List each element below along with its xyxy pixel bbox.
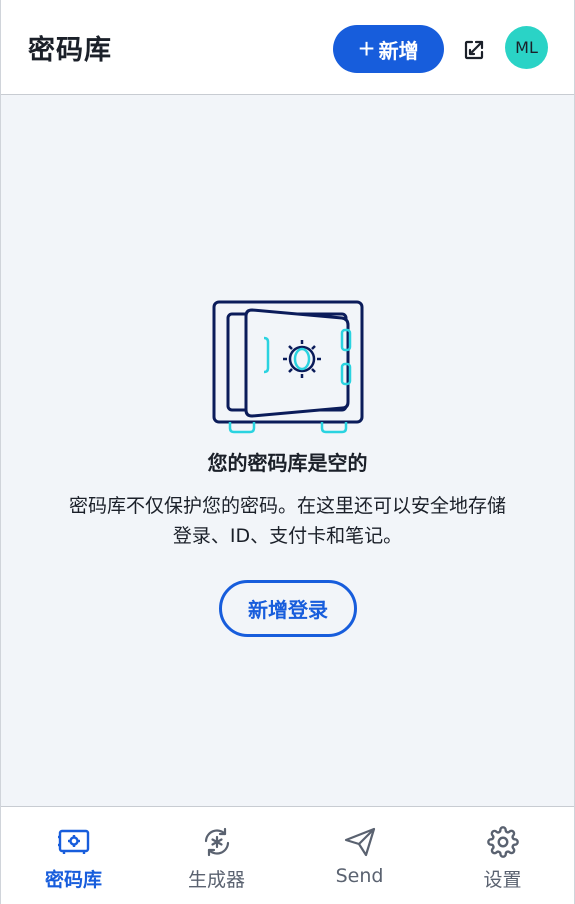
nav-item-generator[interactable]: 生成器 bbox=[145, 807, 288, 904]
nav-label-settings: 设置 bbox=[483, 869, 522, 891]
nav-item-settings[interactable]: 设置 bbox=[431, 807, 574, 904]
vault-icon bbox=[57, 829, 89, 854]
generator-icon bbox=[204, 827, 229, 857]
vault-main: 您的密码库是空的 密码库不仅保护您的密码。在这里还可以安全地存储 登录、ID、支… bbox=[1, 95, 574, 806]
empty-description-line2: 登录、ID、支付卡和笔记。 bbox=[172, 525, 403, 547]
page-title: 密码库 bbox=[28, 35, 112, 66]
popout-button[interactable] bbox=[460, 36, 488, 64]
nav-label-send: Send bbox=[335, 865, 384, 887]
gear-icon bbox=[486, 826, 519, 858]
plus-icon: + bbox=[358, 33, 375, 64]
empty-description: 密码库不仅保护您的密码。在这里还可以安全地存储 登录、ID、支付卡和笔记。 bbox=[41, 491, 534, 551]
nav-label-vault: 密码库 bbox=[44, 869, 102, 891]
add-login-button[interactable]: 新增登录 bbox=[219, 580, 357, 637]
nav-item-send[interactable]: Send bbox=[288, 807, 431, 904]
nav-label-generator: 生成器 bbox=[187, 869, 245, 891]
new-item-button[interactable]: + 新增 bbox=[333, 25, 444, 73]
nav-item-vault[interactable]: 密码库 bbox=[2, 807, 145, 904]
header: 密码库 + 新增 ML bbox=[1, 0, 574, 95]
avatar[interactable]: ML bbox=[505, 26, 548, 69]
empty-vault-illustration bbox=[212, 300, 364, 434]
bottom-nav: 密码库 生成器 Send 设置 bbox=[1, 806, 574, 904]
send-icon bbox=[344, 827, 375, 857]
empty-description-line1: 密码库不仅保护您的密码。在这里还可以安全地存储 bbox=[68, 495, 506, 517]
empty-title: 您的密码库是空的 bbox=[207, 451, 368, 475]
new-item-label: 新增 bbox=[378, 40, 419, 63]
popout-icon bbox=[464, 40, 484, 60]
app-window: 密码库 + 新增 ML 您的密码库是空的 密码库不仅保护您的密码。在这里还可以安… bbox=[0, 0, 575, 904]
